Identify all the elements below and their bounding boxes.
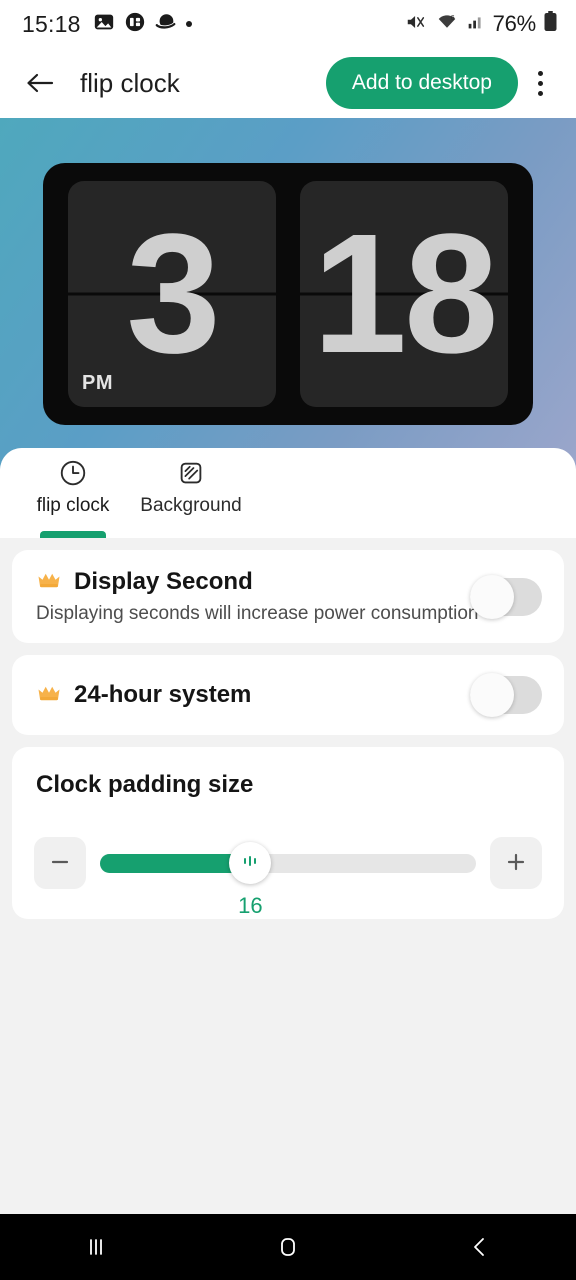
saturn-icon (155, 11, 177, 38)
clock-icon (58, 456, 88, 490)
display-second-subtitle: Displaying seconds will increase power c… (36, 603, 479, 624)
clock-hour-value: 3 (126, 198, 221, 389)
hour-system-texts: 24-hour system (36, 681, 456, 709)
tab-background[interactable]: Background (132, 448, 250, 538)
home-icon[interactable] (240, 1214, 336, 1280)
svg-text:6: 6 (450, 13, 454, 22)
status-bar-right: 6 76% (404, 10, 558, 39)
widget-preview-area: 3 PM 18 (0, 118, 576, 470)
slider-track[interactable] (100, 853, 476, 873)
display-second-title: Display Second (74, 568, 253, 595)
system-navigation-bar (0, 1214, 576, 1280)
plus-icon (504, 850, 528, 877)
dot-indicator (185, 21, 192, 27)
increase-padding-button[interactable] (490, 837, 542, 889)
split-screen-icon (124, 11, 146, 38)
setting-card-display-second: Display Second Displaying seconds will i… (12, 550, 564, 643)
settings-sheet: flip clock Background Display Second Dis… (0, 448, 576, 1214)
status-bar: 15:18 6 76% (0, 0, 576, 48)
hour-system-title-line: 24-hour system (36, 681, 456, 709)
tab-flip-clock[interactable]: flip clock (14, 448, 132, 538)
decrease-padding-button[interactable] (34, 837, 86, 889)
recents-icon[interactable] (48, 1214, 144, 1280)
display-second-texts: Display Second Displaying seconds will i… (36, 568, 479, 625)
crown-icon (36, 682, 62, 709)
battery-icon (543, 10, 558, 39)
flip-panel-minute: 18 (300, 181, 508, 407)
setting-card-clock-padding: Clock padding size 16 (12, 747, 564, 919)
image-icon (93, 11, 115, 38)
tab-bar: flip clock Background (0, 448, 576, 538)
kebab-dot-2 (537, 80, 543, 86)
add-to-desktop-button[interactable]: Add to desktop (325, 57, 518, 109)
clock-ampm-label: PM (82, 372, 113, 394)
mute-icon (404, 11, 428, 38)
pattern-square-icon (176, 456, 206, 490)
display-second-toggle-knob (470, 574, 514, 619)
hour-system-title: 24-hour system (74, 681, 252, 708)
phone-screen: 15:18 6 76% flip clock Add to desktop 3 … (0, 0, 576, 1280)
status-bar-left: 15:18 (22, 11, 192, 38)
wifi-icon: 6 (435, 11, 459, 38)
battery-percent: 76% (492, 11, 537, 36)
hour-system-toggle[interactable] (470, 673, 542, 717)
tab-label-background: Background (140, 495, 242, 516)
slider-track-fill (100, 853, 251, 873)
slider-thumb[interactable] (229, 842, 272, 884)
sliders-icon (240, 851, 260, 876)
kebab-menu-icon[interactable] (518, 57, 562, 109)
back-arrow-icon[interactable] (20, 63, 60, 103)
setting-card-hour-system: 24-hour system (12, 655, 564, 735)
clock-minute-value: 18 (312, 198, 498, 389)
clock-padding-controls: 16 (34, 837, 542, 918)
clock-padding-title: Clock padding size (36, 771, 254, 798)
settings-list: Display Second Displaying seconds will i… (0, 538, 576, 1214)
kebab-dot-1 (537, 70, 543, 76)
tab-label-flip-clock: flip clock (36, 495, 110, 516)
clock-padding-slider[interactable]: 16 (100, 837, 476, 918)
tab-active-indicator (40, 531, 106, 538)
hour-system-toggle-knob (470, 673, 514, 717)
clock-padding-value: 16 (238, 893, 263, 918)
kebab-dot-3 (537, 90, 543, 96)
crown-icon (36, 569, 62, 596)
app-bar: flip clock Add to desktop (0, 48, 576, 118)
cellular-signal-icon (466, 11, 486, 38)
display-second-toggle[interactable] (470, 574, 542, 619)
status-time: 15:18 (22, 10, 81, 37)
display-second-row[interactable]: Display Second Displaying seconds will i… (12, 550, 564, 643)
back-chevron-icon[interactable] (432, 1214, 528, 1280)
flip-panel-hour: 3 PM (68, 181, 276, 407)
hour-system-row[interactable]: 24-hour system (12, 655, 564, 735)
minus-icon (48, 850, 72, 877)
flip-clock-widget[interactable]: 3 PM 18 (43, 163, 533, 425)
page-title: flip clock (80, 67, 180, 98)
display-second-title-line: Display Second (36, 568, 456, 596)
